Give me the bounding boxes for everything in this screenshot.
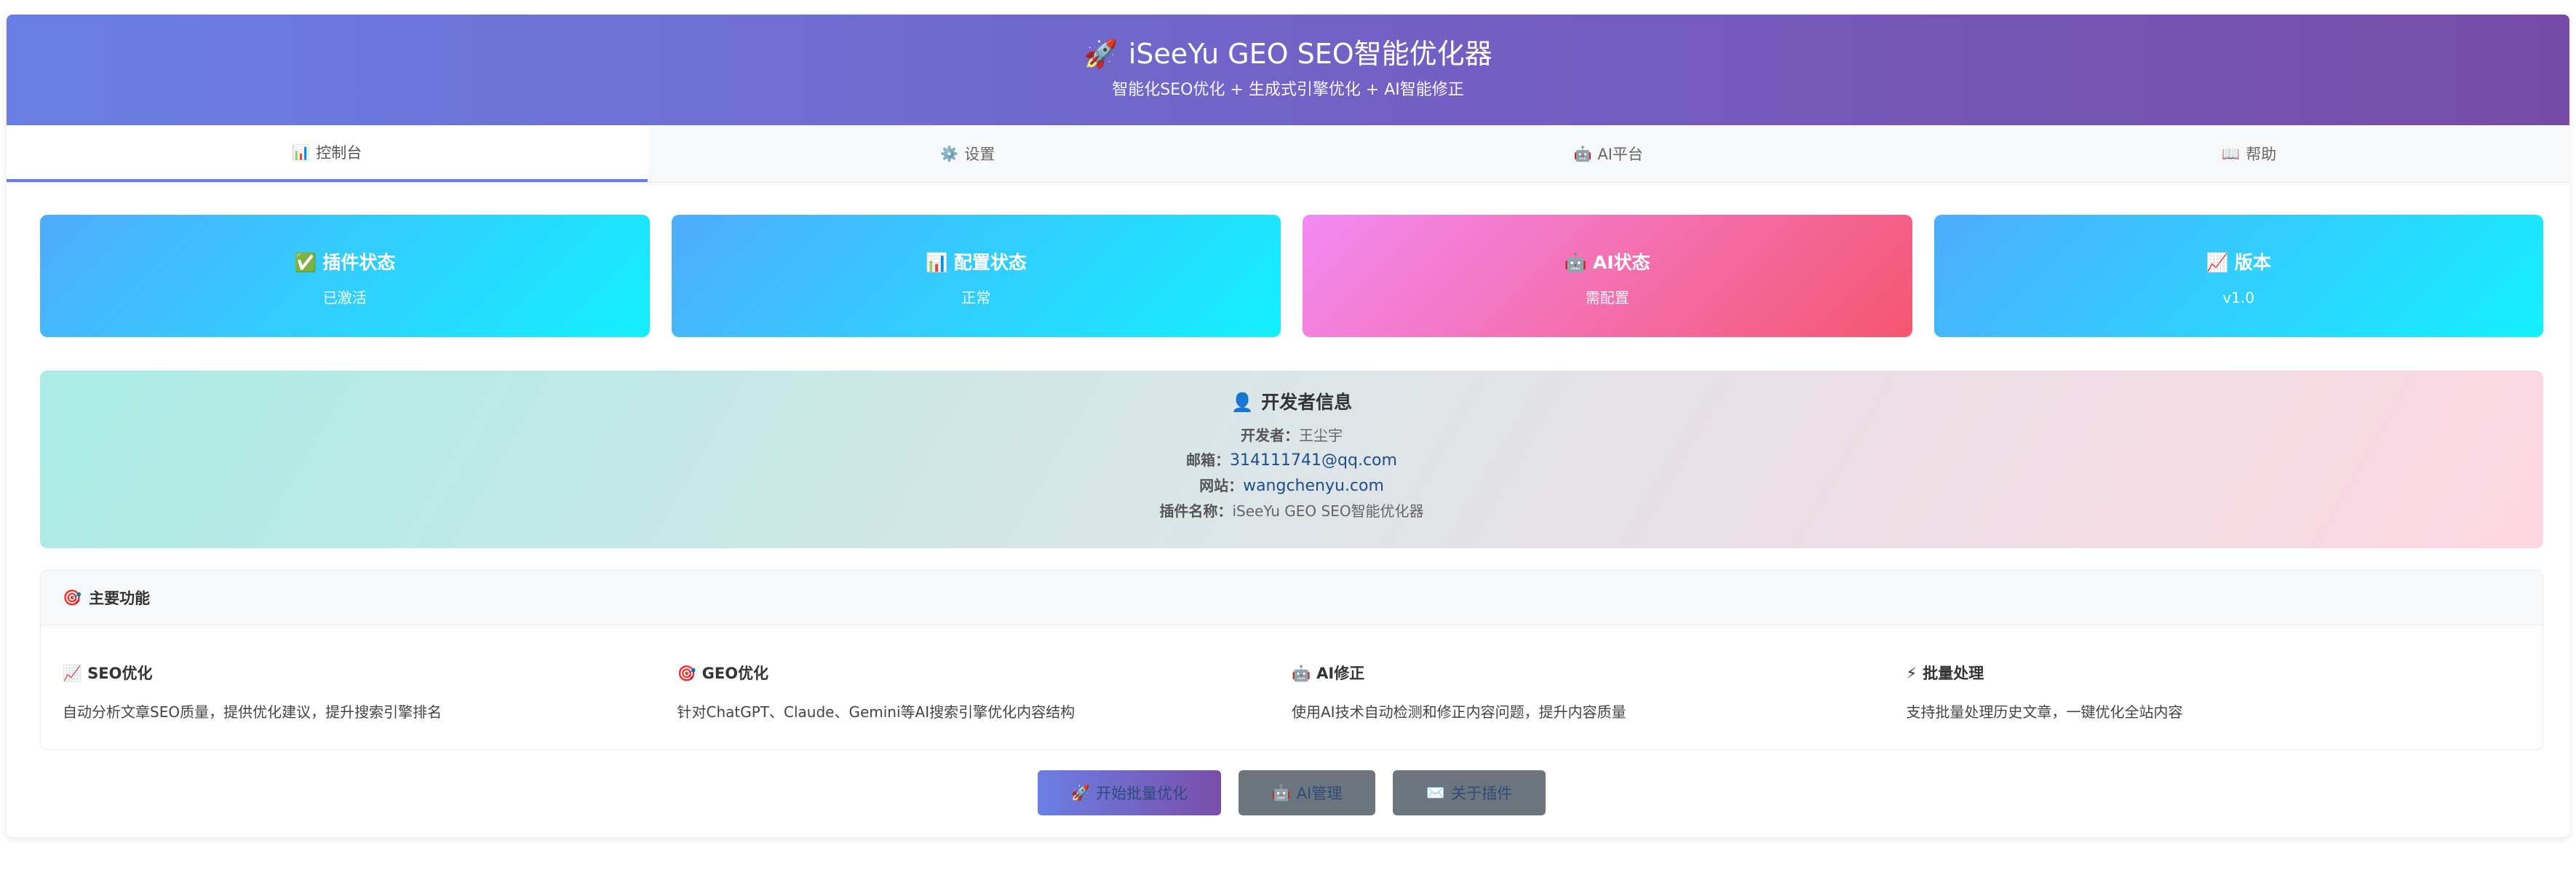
ai-management-button[interactable]: 🤖 AI管理	[1239, 770, 1375, 815]
plugin-name-row: 插件名称：iSeeYu GEO SEO智能优化器	[40, 499, 2543, 523]
feature-title: 批量处理	[1923, 665, 1984, 682]
dashboard-content: ✅ 插件状态 已激活 📊 配置状态 正常 🤖 AI状态 需配置 📈 版本 v1.…	[7, 183, 2569, 815]
robot-icon: 🤖	[1573, 145, 1592, 162]
plugin-dashboard: 🚀 iSeeYu GEO SEO智能优化器 智能化SEO优化 + 生成式引擎优化 …	[7, 15, 2569, 837]
lightning-icon: ⚡	[1906, 665, 1917, 682]
tab-help[interactable]: 📖 帮助	[1929, 125, 2570, 182]
card-title: 配置状态	[953, 252, 1027, 273]
status-cards: ✅ 插件状态 已激活 📊 配置状态 正常 🤖 AI状态 需配置 📈 版本 v1.…	[40, 215, 2543, 337]
tab-dashboard[interactable]: 📊 控制台	[7, 125, 648, 182]
rocket-icon: 🚀	[1084, 38, 1118, 70]
button-label: 关于插件	[1451, 785, 1513, 802]
tab-label: 帮助	[2246, 146, 2277, 163]
plugin-status-card: ✅ 插件状态 已激活	[40, 215, 650, 337]
card-value: 正常	[961, 289, 991, 306]
robot-icon: 🤖	[1292, 665, 1311, 682]
feature-title-row: ⚡ 批量处理	[1907, 663, 2521, 684]
website-label: 网站：	[1199, 477, 1244, 494]
developer-info-title: 开发者信息	[1261, 392, 1353, 413]
config-status-card: 📊 配置状态 正常	[671, 215, 1281, 337]
header-banner: 🚀 iSeeYu GEO SEO智能优化器 智能化SEO优化 + 生成式引擎优化 …	[7, 15, 2569, 125]
feature-title-row: 📈 SEO优化	[63, 663, 677, 684]
ai-status-card: 🤖 AI状态 需配置	[1303, 215, 1912, 337]
features-header: 🎯 主要功能	[41, 571, 2543, 625]
version-card: 📈 版本 v1.0	[1933, 215, 2544, 337]
book-icon: 📖	[2222, 145, 2241, 162]
features-panel: 🎯 主要功能 📈 SEO优化 自动分析文章SEO质量，提供优化建议，提升搜索引擎排名…	[40, 570, 2543, 750]
feature-title: GEO优化	[701, 665, 769, 682]
bar-chart-icon: 📊	[292, 143, 311, 161]
robot-icon: 🤖	[1564, 252, 1587, 273]
tab-bar: 📊 控制台 ⚙️ 设置 🤖 AI平台 📖 帮助	[7, 125, 2569, 183]
feature-description: 使用AI技术自动检测和修正内容问题，提升内容质量	[1292, 703, 1626, 721]
button-label: 开始批量优化	[1096, 785, 1188, 802]
button-label: AI管理	[1296, 785, 1343, 802]
tab-settings[interactable]: ⚙️ 设置	[648, 125, 1289, 182]
card-value: 需配置	[1585, 289, 1629, 306]
developer-name: 王尘宇	[1299, 427, 1343, 444]
app-title-row: 🚀 iSeeYu GEO SEO智能优化器	[7, 36, 2569, 71]
email-link[interactable]: 314111741@qq.com	[1230, 451, 1397, 470]
target-icon: 🎯	[677, 665, 696, 682]
rocket-icon: 🚀	[1070, 783, 1091, 802]
email-label: 邮箱：	[1186, 451, 1231, 469]
feature-description: 支持批量处理历史文章，一键优化全站内容	[1906, 703, 2183, 721]
check-icon: ✅	[294, 252, 317, 273]
card-title-row: 📊 配置状态	[672, 251, 1281, 274]
feature-ai-fix: 🤖 AI修正 使用AI技术自动检测和修正内容问题，提升内容质量	[1292, 625, 1907, 749]
trend-icon: 📈	[2206, 252, 2229, 273]
about-plugin-button[interactable]: ✉️ 关于插件	[1393, 770, 1546, 815]
gear-icon: ⚙️	[940, 145, 959, 162]
action-buttons: 🚀 开始批量优化 🤖 AI管理 ✉️ 关于插件	[40, 770, 2543, 815]
card-value: 已激活	[322, 289, 367, 306]
robot-icon: 🤖	[1271, 783, 1291, 802]
plugin-name-label: 插件名称：	[1159, 502, 1233, 520]
feature-title: SEO优化	[87, 665, 153, 682]
feature-title-row: 🎯 GEO优化	[677, 663, 1292, 684]
feature-title-row: 🤖 AI修正	[1292, 663, 1907, 684]
tab-ai-platform[interactable]: 🤖 AI平台	[1288, 125, 1929, 182]
developer-row: 开发者：王尘宇	[40, 423, 2543, 448]
card-title-row: ✅ 插件状态	[40, 251, 650, 274]
card-title-row: 🤖 AI状态	[1303, 251, 1912, 274]
card-title: 版本	[2234, 252, 2271, 273]
bar-chart-icon: 📊	[925, 252, 948, 273]
app-title: iSeeYu GEO SEO智能优化器	[1128, 38, 1492, 70]
tab-label: 控制台	[316, 144, 362, 162]
feature-description: 自动分析文章SEO质量，提供优化建议，提升搜索引擎排名	[63, 703, 442, 721]
envelope-icon: ✉️	[1426, 783, 1446, 802]
developer-label: 开发者：	[1241, 427, 1299, 444]
card-title: AI状态	[1592, 252, 1650, 273]
card-title: 插件状态	[322, 252, 396, 273]
feature-geo: 🎯 GEO优化 针对ChatGPT、Claude、Gemini等AI搜索引擎优化内…	[677, 625, 1292, 749]
developer-info-title-row: 👤 开发者信息	[40, 391, 2543, 414]
card-title-row: 📈 版本	[1934, 251, 2544, 274]
start-batch-optimize-button[interactable]: 🚀 开始批量优化	[1038, 770, 1221, 815]
feature-batch: ⚡ 批量处理 支持批量处理历史文章，一键优化全站内容	[1907, 625, 2521, 749]
target-icon: 🎯	[63, 588, 82, 606]
trend-icon: 📈	[63, 665, 82, 682]
features-list: 📈 SEO优化 自动分析文章SEO质量，提供优化建议，提升搜索引擎排名 🎯 GEO优…	[41, 625, 2543, 749]
feature-title: AI修正	[1316, 665, 1365, 682]
developer-info-panel: 👤 开发者信息 开发者：王尘宇 邮箱：314111741@qq.com 网站：wa…	[40, 371, 2543, 548]
features-title: 主要功能	[89, 590, 151, 607]
card-value: v1.0	[2222, 289, 2255, 306]
email-row: 邮箱：314111741@qq.com	[40, 448, 2543, 473]
app-subtitle: 智能化SEO优化 + 生成式引擎优化 + AI智能修正	[1112, 81, 1464, 99]
feature-description: 针对ChatGPT、Claude、Gemini等AI搜索引擎优化内容结构	[677, 703, 1076, 721]
tab-label: AI平台	[1597, 146, 1643, 163]
person-icon: 👤	[1231, 392, 1255, 413]
tab-label: 设置	[964, 146, 995, 163]
website-link[interactable]: wangchenyu.com	[1243, 477, 1384, 495]
feature-seo: 📈 SEO优化 自动分析文章SEO质量，提供优化建议，提升搜索引擎排名	[63, 625, 677, 749]
plugin-name: iSeeYu GEO SEO智能优化器	[1232, 502, 1424, 520]
website-row: 网站：wangchenyu.com	[40, 473, 2543, 499]
